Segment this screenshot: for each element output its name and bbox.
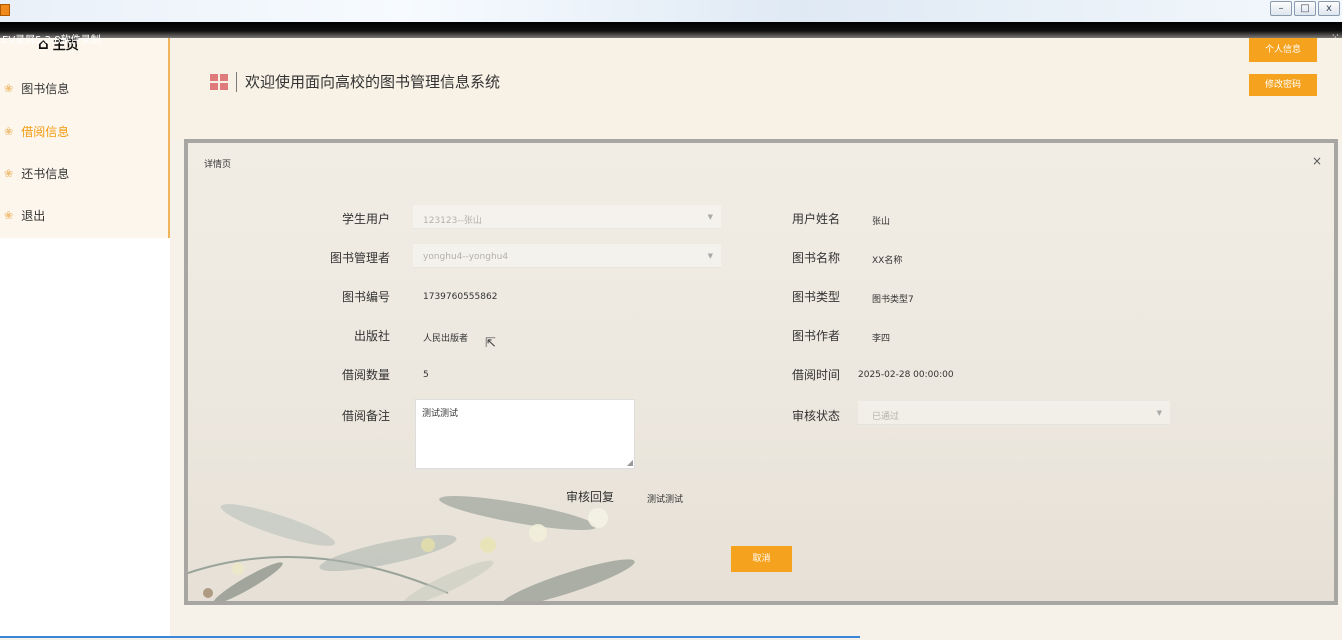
flower-icon: ❀ (4, 125, 14, 138)
chevron-down-icon: ▼ (707, 213, 713, 221)
borrow-qty-label: 借阅数量 (341, 368, 390, 382)
recorder-watermark: EV录屏5.2.8软件录制 (2, 35, 101, 46)
user-name-value: 张山 (872, 217, 891, 227)
profile-button[interactable]: 个人信息 (1249, 38, 1317, 62)
user-name-label: 用户姓名 (791, 212, 840, 226)
modal-header: 详情页 × (188, 143, 1334, 179)
book-number-value: 1739760555862 (423, 292, 498, 302)
change-password-button[interactable]: 修改密码 (1249, 74, 1317, 96)
flower-icon: ❀ (4, 82, 14, 95)
sidebar-item-logout[interactable]: ❀ 退出 (4, 207, 45, 224)
sidebar-item-label: 还书信息 (21, 167, 70, 181)
grid-menu-icon[interactable]: ⁙ (1331, 31, 1340, 44)
chevron-down-icon: ▼ (1156, 409, 1162, 417)
title-divider (236, 71, 237, 92)
publisher-value: 人民出版者 (423, 334, 469, 344)
close-icon[interactable]: × (1312, 154, 1322, 168)
mouse-cursor-icon: ⇱ (485, 336, 496, 351)
close-window-icon[interactable]: x (1318, 1, 1340, 16)
sidebar-item-label: 借阅信息 (21, 125, 70, 139)
modal-title: 详情页 (204, 160, 232, 170)
taskbar-edge (0, 636, 860, 638)
minimize-icon[interactable]: – (1270, 1, 1292, 16)
cancel-button[interactable]: 取消 (731, 546, 792, 572)
resize-grip-icon[interactable]: ◢ (627, 458, 633, 467)
sidebar: ⌂ 主页 ❀ 图书信息 ❀ 借阅信息 ❀ 还书信息 ❀ 退出 (0, 35, 170, 238)
student-user-select[interactable]: 123123--张山 ▼ (413, 205, 721, 229)
book-type-value: 图书类型7 (872, 295, 914, 305)
sidebar-item-label: 图书信息 (21, 82, 70, 96)
book-number-label: 图书编号 (341, 290, 390, 304)
review-reply-value: 测试测试 (647, 495, 684, 505)
detail-modal: 详情页 × 学生用户 123123--张山 ▼ 用户姓名 张山 图书管理者 yo… (184, 139, 1338, 605)
flower-icon: ❀ (4, 209, 14, 222)
page-title: 欢迎使用面向高校的图书管理信息系统 (245, 73, 501, 91)
sidebar-item-return-info[interactable]: ❀ 还书信息 (4, 165, 69, 182)
review-status-label: 审核状态 (791, 409, 840, 423)
borrow-time-label: 借阅时间 (791, 368, 840, 382)
review-status-value: 已通过 (872, 412, 900, 422)
sidebar-empty-area (0, 238, 170, 638)
window-title-bar: – □ x (0, 0, 1342, 22)
flower-icon: ❀ (4, 167, 14, 180)
book-name-label: 图书名称 (791, 251, 840, 265)
librarian-value: yonghu4--yonghu4 (423, 252, 509, 262)
borrow-note-value: 测试测试 (422, 409, 459, 419)
book-name-value: XX名称 (872, 256, 903, 266)
author-value: 李四 (872, 334, 891, 344)
borrow-note-textarea[interactable]: 测试测试 ◢ (415, 399, 635, 469)
student-user-value: 123123--张山 (423, 216, 482, 226)
borrow-note-label: 借阅备注 (341, 409, 390, 423)
sidebar-item-book-info[interactable]: ❀ 图书信息 (4, 80, 69, 97)
borrow-time-value: 2025-02-28 00:00:00 (858, 370, 954, 380)
tiles-icon (210, 73, 228, 90)
window-controls: – □ x (1270, 1, 1340, 16)
review-reply-label: 审核回复 (565, 490, 614, 504)
borrow-qty-value: 5 (423, 370, 429, 380)
maximize-icon[interactable]: □ (1294, 1, 1316, 16)
author-label: 图书作者 (791, 329, 840, 343)
librarian-label: 图书管理者 (329, 251, 390, 265)
student-user-label: 学生用户 (341, 212, 390, 226)
chevron-down-icon: ▼ (707, 252, 713, 260)
review-status-select[interactable]: 已通过 ▼ (858, 401, 1170, 425)
top-bar (0, 22, 1342, 38)
page-title-bar: 欢迎使用面向高校的图书管理信息系统 (210, 71, 500, 92)
publisher-label: 出版社 (353, 329, 390, 343)
sidebar-item-borrow-info[interactable]: ❀ 借阅信息 (4, 123, 69, 140)
book-type-label: 图书类型 (791, 290, 840, 304)
sidebar-item-label: 退出 (21, 209, 46, 223)
librarian-select[interactable]: yonghu4--yonghu4 ▼ (413, 244, 721, 268)
app-icon (0, 4, 10, 16)
